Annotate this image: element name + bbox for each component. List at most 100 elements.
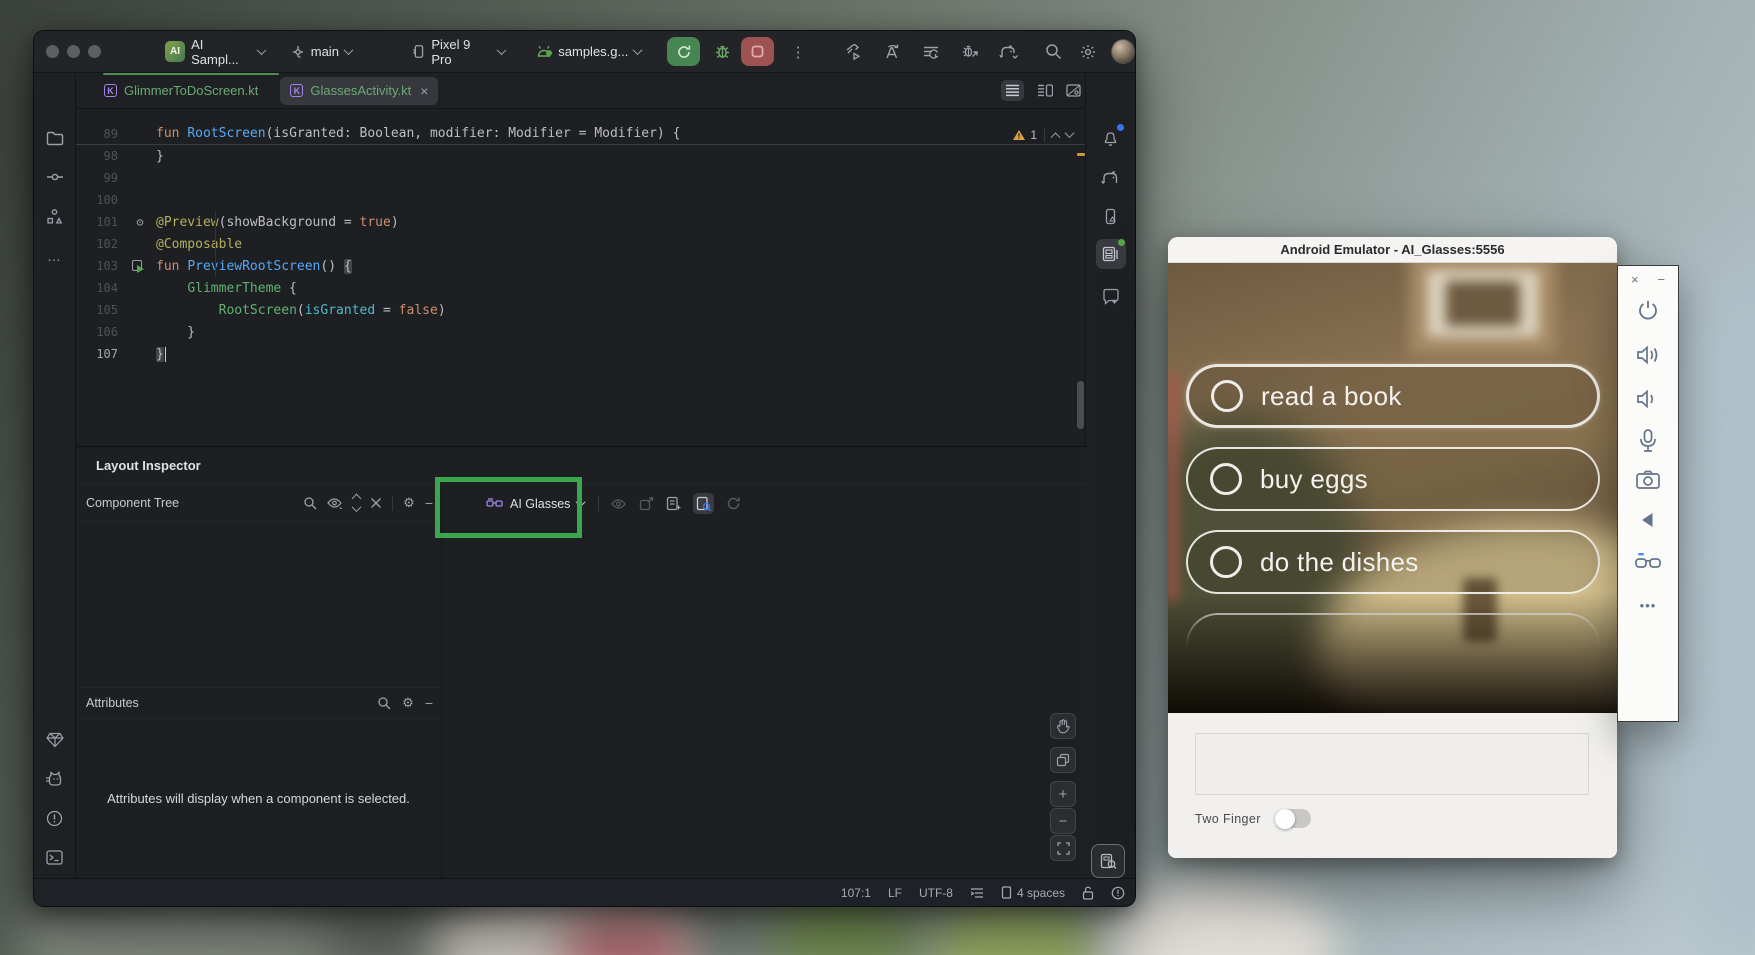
todo-checkbox[interactable]: [1210, 546, 1242, 578]
tab-close-icon[interactable]: ×: [420, 84, 428, 98]
run-configuration-selector[interactable]: samples.g...: [536, 44, 641, 59]
code-editor[interactable]: 89fun RootScreen(isGranted: Boolean, mod…: [76, 109, 1087, 446]
tab-glimmertodoscreen[interactable]: K GlimmerToDoScreen.kt: [94, 77, 268, 105]
warning-stripe-mark[interactable]: [1077, 153, 1085, 156]
stop-button[interactable]: [741, 37, 774, 66]
toggle-deep-inspect-button[interactable]: [693, 493, 714, 514]
two-finger-toggle[interactable]: [1275, 809, 1311, 828]
todo-checkbox[interactable]: [1210, 463, 1242, 495]
gemini-tool-button[interactable]: [1096, 281, 1126, 311]
gradle-sync-button[interactable]: [994, 37, 1023, 66]
zoom-in-button[interactable]: +: [1050, 781, 1076, 807]
search-icon[interactable]: [377, 696, 391, 710]
back-button[interactable]: [1638, 510, 1658, 530]
hide-panel-icon[interactable]: −: [425, 695, 433, 711]
code-line[interactable]: 105 RootScreen(isGranted = false): [76, 299, 1087, 321]
gradle-tool-button[interactable]: [1096, 162, 1126, 192]
logcat-tool-button[interactable]: [40, 764, 70, 794]
compose-preview-gutter-icon[interactable]: [128, 255, 152, 277]
terminal-tool-button[interactable]: [40, 842, 70, 872]
apply-changes-restart-button[interactable]: [878, 37, 907, 66]
pan-button[interactable]: [1050, 713, 1076, 739]
running-devices-button[interactable]: [1096, 201, 1126, 231]
project-tool-button[interactable]: [40, 123, 70, 153]
layout-inspector-tool-button[interactable]: [1096, 239, 1126, 269]
glasses-button[interactable]: [1633, 550, 1663, 572]
emulator-minimize-button[interactable]: −: [1657, 272, 1665, 287]
debug-button[interactable]: [708, 37, 737, 66]
window-zoom-button[interactable]: [88, 45, 101, 58]
inspection-widget[interactable]: 1: [1012, 125, 1073, 144]
trackpad-area[interactable]: [1195, 733, 1589, 795]
export-snapshot-icon[interactable]: [639, 497, 654, 511]
code-line[interactable]: 102@Composable: [76, 233, 1087, 255]
attributes-settings-icon[interactable]: ⚙: [402, 695, 414, 711]
app-quality-insights-button[interactable]: [40, 725, 70, 755]
indent-style-icon[interactable]: [970, 887, 984, 899]
user-avatar[interactable]: [1111, 39, 1135, 64]
todo-checkbox[interactable]: [1211, 380, 1243, 412]
commit-tool-button[interactable]: [40, 162, 70, 192]
add-snapshot-icon[interactable]: [666, 496, 681, 511]
code-line[interactable]: 98}: [76, 145, 1087, 167]
hide-panel-icon[interactable]: −: [425, 495, 433, 511]
code-line[interactable]: 106 }: [76, 321, 1087, 343]
emulator-close-button[interactable]: ×: [1631, 272, 1639, 287]
notifications-button[interactable]: [1096, 123, 1126, 153]
search-icon[interactable]: [303, 496, 317, 510]
window-close-button[interactable]: [46, 45, 59, 58]
search-everywhere-button[interactable]: [1039, 37, 1068, 66]
structure-tool-button[interactable]: [40, 201, 70, 231]
collapse-all-icon[interactable]: [370, 497, 382, 509]
zoom-out-button[interactable]: −: [1050, 808, 1076, 834]
prev-problem-icon[interactable]: [1051, 132, 1061, 142]
code-line[interactable]: 100: [76, 189, 1087, 211]
indent-widget[interactable]: 4 spaces: [1001, 886, 1065, 900]
next-problem-icon[interactable]: [1065, 128, 1075, 138]
todo-item[interactable]: buy eggs: [1186, 447, 1600, 511]
power-button[interactable]: [1636, 298, 1660, 322]
code-line[interactable]: 99: [76, 167, 1087, 189]
apply-code-changes-button[interactable]: [916, 37, 945, 66]
settings-button[interactable]: [1074, 37, 1103, 66]
split-view-button[interactable]: [1037, 84, 1053, 97]
code-line[interactable]: 103fun PreviewRootScreen() {: [76, 255, 1087, 277]
rerun-button[interactable]: [667, 37, 700, 66]
volume-up-button[interactable]: [1635, 343, 1661, 367]
camera-button[interactable]: [1635, 469, 1661, 491]
live-updates-icon[interactable]: [611, 498, 627, 510]
vcs-branch-widget[interactable]: main: [291, 44, 352, 59]
more-tools-button[interactable]: …: [40, 241, 70, 271]
help-icon[interactable]: [1111, 886, 1125, 900]
more-options-button[interactable]: •••: [1640, 598, 1657, 613]
caret-position-widget[interactable]: 107:1: [841, 886, 871, 900]
code-line[interactable]: 89fun RootScreen(isGranted: Boolean, mod…: [76, 123, 1087, 145]
project-widget[interactable]: AI AI Sampl...: [165, 37, 265, 67]
zoom-fit-button[interactable]: [1050, 835, 1076, 861]
code-view-button[interactable]: [1001, 80, 1024, 101]
build-run-button[interactable]: [839, 37, 868, 66]
visibility-icon[interactable]: [327, 497, 343, 509]
tree-settings-icon[interactable]: ⚙: [403, 495, 415, 511]
editor-scrollbar[interactable]: [1077, 381, 1084, 429]
todo-item[interactable]: read a book: [1186, 364, 1600, 428]
line-ending-widget[interactable]: LF: [888, 886, 902, 900]
lock-open-icon[interactable]: [1082, 886, 1094, 900]
device-selector[interactable]: Pixel 9 Pro: [412, 37, 504, 67]
problems-tool-button[interactable]: [40, 803, 70, 833]
code-line[interactable]: 101⚙@Preview(showBackground = true): [76, 211, 1087, 233]
code-line[interactable]: 107}: [76, 343, 1087, 365]
design-view-button[interactable]: [1066, 84, 1081, 97]
layers-button[interactable]: [1050, 747, 1076, 773]
volume-down-button[interactable]: [1635, 387, 1661, 411]
more-actions-button[interactable]: ⋮: [784, 37, 813, 66]
tab-glassesactivity[interactable]: K GlassesActivity.kt ×: [280, 77, 438, 105]
emulator-title-bar[interactable]: Android Emulator - AI_Glasses:5556: [1168, 237, 1617, 263]
attach-debugger-button[interactable]: [955, 37, 984, 66]
window-minimize-button[interactable]: [67, 45, 80, 58]
todo-item[interactable]: do the dishes: [1186, 530, 1600, 594]
encoding-widget[interactable]: UTF-8: [919, 886, 953, 900]
refresh-icon[interactable]: [726, 496, 741, 511]
emulator-screen[interactable]: read a book buy eggs do the dishes: [1168, 263, 1617, 713]
expand-nodes-icon[interactable]: [353, 495, 360, 512]
